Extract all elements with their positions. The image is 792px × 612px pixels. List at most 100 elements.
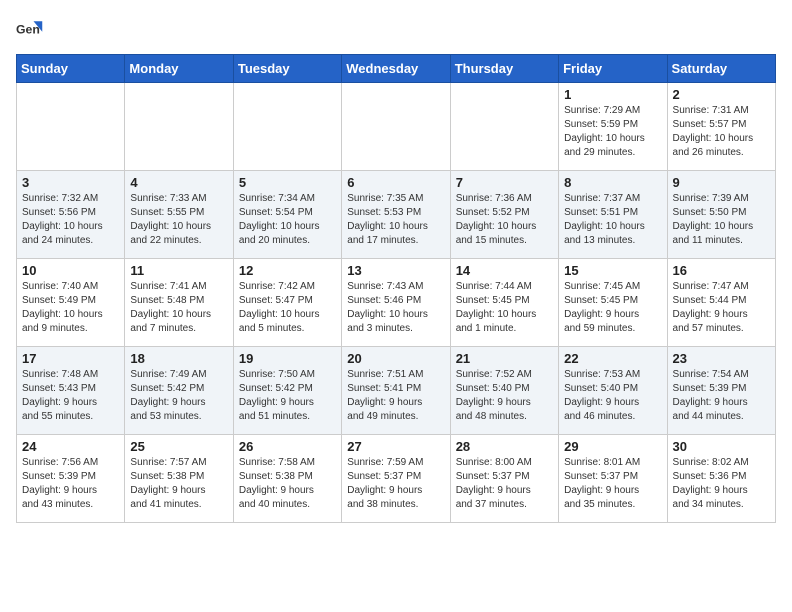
- weekday-header: Wednesday: [342, 55, 450, 83]
- day-info: Sunrise: 8:00 AM Sunset: 5:37 PM Dayligh…: [456, 456, 553, 512]
- day-number: 23: [673, 351, 770, 366]
- day-number: 4: [130, 175, 227, 190]
- day-number: 26: [239, 439, 336, 454]
- day-number: 17: [22, 351, 119, 366]
- calendar-week-row: 1Sunrise: 7:29 AM Sunset: 5:59 PM Daylig…: [17, 83, 776, 171]
- day-info: Sunrise: 7:40 AM Sunset: 5:49 PM Dayligh…: [22, 280, 119, 336]
- day-number: 28: [456, 439, 553, 454]
- day-number: 5: [239, 175, 336, 190]
- page-header: Gen: [16, 16, 776, 44]
- weekday-header: Thursday: [450, 55, 558, 83]
- calendar-week-row: 24 Sunrise: 7:56 AM Sunset: 5:39 PM Dayli…: [17, 435, 776, 523]
- day-info: Sunrise: 7:31 AM Sunset: 5:57 PM Dayligh…: [673, 104, 770, 160]
- calendar-cell: 19 Sunrise: 7:50 AM Sunset: 5:42 PM Dayli…: [233, 347, 341, 435]
- day-info: Sunrise: 7:57 AM Sunset: 5:38 PM Dayligh…: [130, 456, 227, 512]
- calendar-cell: 21 Sunrise: 7:52 AM Sunset: 5:40 PM Dayli…: [450, 347, 558, 435]
- day-number: 19: [239, 351, 336, 366]
- calendar-cell: 29 Sunrise: 8:01 AM Sunset: 5:37 PM Dayli…: [559, 435, 667, 523]
- day-number: 30: [673, 439, 770, 454]
- day-info: Sunrise: 7:50 AM Sunset: 5:42 PM Dayligh…: [239, 368, 336, 424]
- day-info: Sunrise: 7:51 AM Sunset: 5:41 PM Dayligh…: [347, 368, 444, 424]
- calendar-cell: 13 Sunrise: 7:43 AM Sunset: 5:46 PM Dayli…: [342, 259, 450, 347]
- calendar-cell: 12 Sunrise: 7:42 AM Sunset: 5:47 PM Dayli…: [233, 259, 341, 347]
- calendar-cell: 17 Sunrise: 7:48 AM Sunset: 5:43 PM Dayli…: [17, 347, 125, 435]
- day-number: 18: [130, 351, 227, 366]
- calendar-cell: 5 Sunrise: 7:34 AM Sunset: 5:54 PM Daylig…: [233, 171, 341, 259]
- day-number: 20: [347, 351, 444, 366]
- day-info: Sunrise: 7:52 AM Sunset: 5:40 PM Dayligh…: [456, 368, 553, 424]
- day-number: 8: [564, 175, 661, 190]
- day-info: Sunrise: 7:36 AM Sunset: 5:52 PM Dayligh…: [456, 192, 553, 248]
- day-number: 3: [22, 175, 119, 190]
- logo-icon: Gen: [16, 16, 44, 44]
- day-info: Sunrise: 7:35 AM Sunset: 5:53 PM Dayligh…: [347, 192, 444, 248]
- day-info: Sunrise: 8:02 AM Sunset: 5:36 PM Dayligh…: [673, 456, 770, 512]
- day-info: Sunrise: 7:54 AM Sunset: 5:39 PM Dayligh…: [673, 368, 770, 424]
- day-info: Sunrise: 7:58 AM Sunset: 5:38 PM Dayligh…: [239, 456, 336, 512]
- day-info: Sunrise: 7:34 AM Sunset: 5:54 PM Dayligh…: [239, 192, 336, 248]
- calendar-cell: [342, 83, 450, 171]
- calendar-cell: 6 Sunrise: 7:35 AM Sunset: 5:53 PM Daylig…: [342, 171, 450, 259]
- calendar-cell: 28 Sunrise: 8:00 AM Sunset: 5:37 PM Dayli…: [450, 435, 558, 523]
- day-number: 10: [22, 263, 119, 278]
- calendar-cell: [450, 83, 558, 171]
- day-number: 9: [673, 175, 770, 190]
- calendar-cell: 27 Sunrise: 7:59 AM Sunset: 5:37 PM Dayli…: [342, 435, 450, 523]
- weekday-header: Saturday: [667, 55, 775, 83]
- day-number: 16: [673, 263, 770, 278]
- day-number: 25: [130, 439, 227, 454]
- calendar-cell: 2 Sunrise: 7:31 AM Sunset: 5:57 PM Daylig…: [667, 83, 775, 171]
- day-info: Sunrise: 7:48 AM Sunset: 5:43 PM Dayligh…: [22, 368, 119, 424]
- calendar-week-row: 3 Sunrise: 7:32 AM Sunset: 5:56 PM Daylig…: [17, 171, 776, 259]
- calendar-cell: [17, 83, 125, 171]
- day-number: 12: [239, 263, 336, 278]
- weekday-header: Sunday: [17, 55, 125, 83]
- day-info: Sunrise: 7:56 AM Sunset: 5:39 PM Dayligh…: [22, 456, 119, 512]
- day-number: 27: [347, 439, 444, 454]
- day-info: Sunrise: 8:01 AM Sunset: 5:37 PM Dayligh…: [564, 456, 661, 512]
- calendar-body: 1Sunrise: 7:29 AM Sunset: 5:59 PM Daylig…: [17, 83, 776, 523]
- day-info: Sunrise: 7:43 AM Sunset: 5:46 PM Dayligh…: [347, 280, 444, 336]
- calendar-cell: 4 Sunrise: 7:33 AM Sunset: 5:55 PM Daylig…: [125, 171, 233, 259]
- day-number: 14: [456, 263, 553, 278]
- day-info: Sunrise: 7:42 AM Sunset: 5:47 PM Dayligh…: [239, 280, 336, 336]
- calendar-cell: 9 Sunrise: 7:39 AM Sunset: 5:50 PM Daylig…: [667, 171, 775, 259]
- day-info: Sunrise: 7:49 AM Sunset: 5:42 PM Dayligh…: [130, 368, 227, 424]
- calendar-cell: 14 Sunrise: 7:44 AM Sunset: 5:45 PM Dayli…: [450, 259, 558, 347]
- weekday-header: Monday: [125, 55, 233, 83]
- calendar-week-row: 10 Sunrise: 7:40 AM Sunset: 5:49 PM Dayli…: [17, 259, 776, 347]
- calendar-table: SundayMondayTuesdayWednesdayThursdayFrid…: [16, 54, 776, 523]
- calendar-cell: 18 Sunrise: 7:49 AM Sunset: 5:42 PM Dayli…: [125, 347, 233, 435]
- calendar-cell: 7 Sunrise: 7:36 AM Sunset: 5:52 PM Daylig…: [450, 171, 558, 259]
- day-info: Sunrise: 7:39 AM Sunset: 5:50 PM Dayligh…: [673, 192, 770, 248]
- calendar-cell: [233, 83, 341, 171]
- day-number: 22: [564, 351, 661, 366]
- weekday-header: Friday: [559, 55, 667, 83]
- day-number: 7: [456, 175, 553, 190]
- day-info: Sunrise: 7:59 AM Sunset: 5:37 PM Dayligh…: [347, 456, 444, 512]
- calendar-cell: 26 Sunrise: 7:58 AM Sunset: 5:38 PM Dayli…: [233, 435, 341, 523]
- day-number: 2: [673, 87, 770, 102]
- calendar-cell: 3 Sunrise: 7:32 AM Sunset: 5:56 PM Daylig…: [17, 171, 125, 259]
- day-number: 13: [347, 263, 444, 278]
- day-info: Sunrise: 7:32 AM Sunset: 5:56 PM Dayligh…: [22, 192, 119, 248]
- day-info: Sunrise: 7:29 AM Sunset: 5:59 PM Dayligh…: [564, 104, 661, 160]
- weekday-header: Tuesday: [233, 55, 341, 83]
- day-number: 15: [564, 263, 661, 278]
- calendar-cell: 11Sunrise: 7:41 AM Sunset: 5:48 PM Dayli…: [125, 259, 233, 347]
- calendar-cell: 20 Sunrise: 7:51 AM Sunset: 5:41 PM Dayli…: [342, 347, 450, 435]
- calendar-cell: 25 Sunrise: 7:57 AM Sunset: 5:38 PM Dayli…: [125, 435, 233, 523]
- calendar-cell: 22 Sunrise: 7:53 AM Sunset: 5:40 PM Dayli…: [559, 347, 667, 435]
- day-number: 24: [22, 439, 119, 454]
- day-info: Sunrise: 7:44 AM Sunset: 5:45 PM Dayligh…: [456, 280, 553, 336]
- calendar-cell: 16Sunrise: 7:47 AM Sunset: 5:44 PM Dayli…: [667, 259, 775, 347]
- calendar-cell: 8Sunrise: 7:37 AM Sunset: 5:51 PM Daylig…: [559, 171, 667, 259]
- day-info: Sunrise: 7:33 AM Sunset: 5:55 PM Dayligh…: [130, 192, 227, 248]
- day-number: 6: [347, 175, 444, 190]
- calendar-cell: 30 Sunrise: 8:02 AM Sunset: 5:36 PM Dayli…: [667, 435, 775, 523]
- day-number: 21: [456, 351, 553, 366]
- day-info: Sunrise: 7:53 AM Sunset: 5:40 PM Dayligh…: [564, 368, 661, 424]
- day-info: Sunrise: 7:45 AM Sunset: 5:45 PM Dayligh…: [564, 280, 661, 336]
- calendar-cell: 24 Sunrise: 7:56 AM Sunset: 5:39 PM Dayli…: [17, 435, 125, 523]
- day-number: 29: [564, 439, 661, 454]
